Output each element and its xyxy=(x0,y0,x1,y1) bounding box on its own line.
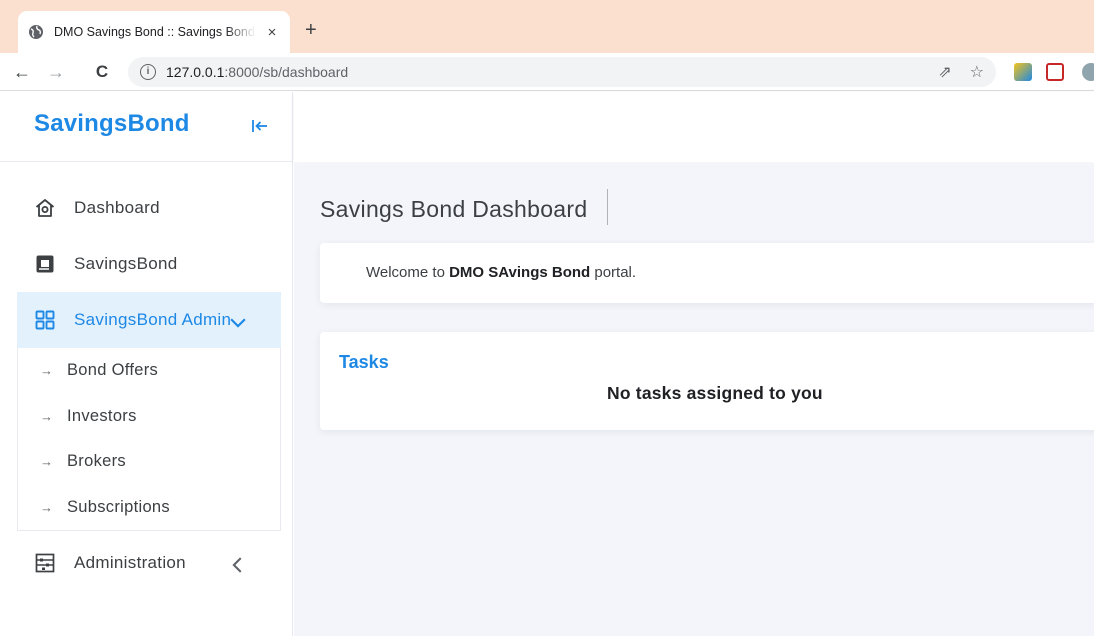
sidebar-item-label: SavingsBond xyxy=(74,254,178,273)
sidebar: SavingsBond Dashboard SavingsBond Saving… xyxy=(0,92,293,636)
home-icon xyxy=(35,199,55,217)
submenu-item-bond-offers[interactable]: → Bond Offers xyxy=(18,348,280,394)
close-tab-icon[interactable]: × xyxy=(264,24,280,41)
submenu-item-label: Subscriptions xyxy=(67,497,170,516)
forward-button[interactable]: → xyxy=(44,60,68,84)
sidebar-item-savingsbond-admin[interactable]: SavingsBond Admin xyxy=(17,292,281,348)
submenu-item-label: Investors xyxy=(67,406,137,425)
page-title: Savings Bond Dashboard xyxy=(320,196,588,222)
submenu-item-subscriptions[interactable]: → Subscriptions xyxy=(18,485,280,531)
pdf-extension-icon[interactable] xyxy=(1046,63,1064,81)
browser-tab[interactable]: DMO Savings Bond :: Savings Bond × xyxy=(18,11,290,53)
sidebar-item-label: SavingsBond Admin xyxy=(74,310,232,329)
submenu-item-investors[interactable]: → Investors xyxy=(18,394,280,440)
url-host: 127.0.0.1 xyxy=(166,64,225,80)
globe-icon xyxy=(29,25,43,39)
submenu-item-label: Bond Offers xyxy=(67,361,159,380)
tasks-title: Tasks xyxy=(339,352,389,372)
sidebar-menu: Dashboard SavingsBond SavingsBond Admin xyxy=(17,180,281,591)
submenu-item-brokers[interactable]: → Brokers xyxy=(18,439,280,485)
chevron-left-icon xyxy=(232,557,242,573)
sidebar-item-administration[interactable]: Administration xyxy=(17,535,281,591)
tasks-empty-message: No tasks assigned to you xyxy=(607,383,823,403)
gallery-icon xyxy=(36,255,54,273)
url-path: :8000/sb/dashboard xyxy=(224,64,349,80)
bookmark-star-icon[interactable]: ☆ xyxy=(970,62,984,82)
welcome-card: Welcome to DMO SAvings Bond portal. xyxy=(320,243,1094,303)
brand-logo[interactable]: SavingsBond xyxy=(34,110,190,138)
welcome-suffix: portal. xyxy=(590,264,637,281)
arrow-right-icon: → xyxy=(40,408,53,424)
reload-button[interactable]: C xyxy=(90,60,114,84)
new-tab-button[interactable]: + xyxy=(305,20,317,40)
arrow-right-icon: → xyxy=(40,499,53,515)
welcome-prefix: Welcome to xyxy=(366,264,450,281)
sidebar-item-dashboard[interactable]: Dashboard xyxy=(17,180,281,236)
share-icon[interactable]: ⇗ xyxy=(938,62,951,82)
tab-title: DMO Savings Bond :: Savings Bond xyxy=(54,25,255,39)
tasks-card: Tasks No tasks assigned to you xyxy=(320,332,1094,430)
browser-tabstrip: DMO Savings Bond :: Savings Bond × + xyxy=(0,0,1094,53)
sidebar-header: SavingsBond xyxy=(0,92,292,162)
submenu-item-label: Brokers xyxy=(67,452,126,471)
back-button[interactable]: ← xyxy=(10,60,34,84)
profile-icon[interactable] xyxy=(1082,63,1094,81)
address-bar[interactable]: i 127.0.0.1:8000/sb/dashboard ⇗ ☆ xyxy=(128,57,996,87)
arrow-right-icon: → xyxy=(40,363,53,379)
chevron-down-icon xyxy=(230,318,246,328)
abacus-icon xyxy=(35,553,55,573)
download-extension-icon[interactable] xyxy=(1014,63,1032,81)
grid-icon xyxy=(35,310,55,330)
collapse-sidebar-icon[interactable] xyxy=(250,116,270,136)
info-icon[interactable]: i xyxy=(140,64,156,80)
arrow-right-icon: → xyxy=(40,454,53,470)
browser-toolbar: ← → C i 127.0.0.1:8000/sb/dashboard ⇗ ☆ xyxy=(0,53,1094,91)
sidebar-item-label: Dashboard xyxy=(74,198,160,217)
main-content: Savings Bond Dashboard Welcome to DMO SA… xyxy=(294,163,1094,636)
savingsbond-admin-submenu: → Bond Offers → Investors → Brokers → Su… xyxy=(17,348,281,531)
title-divider xyxy=(607,189,608,225)
app-topbar xyxy=(294,92,1094,162)
welcome-message: Welcome to DMO SAvings Bond portal. xyxy=(366,264,636,281)
sidebar-item-savingsbond[interactable]: SavingsBond xyxy=(17,236,281,292)
sidebar-item-label: Administration xyxy=(74,553,186,572)
welcome-portal-name: DMO SAvings Bond xyxy=(449,264,591,281)
